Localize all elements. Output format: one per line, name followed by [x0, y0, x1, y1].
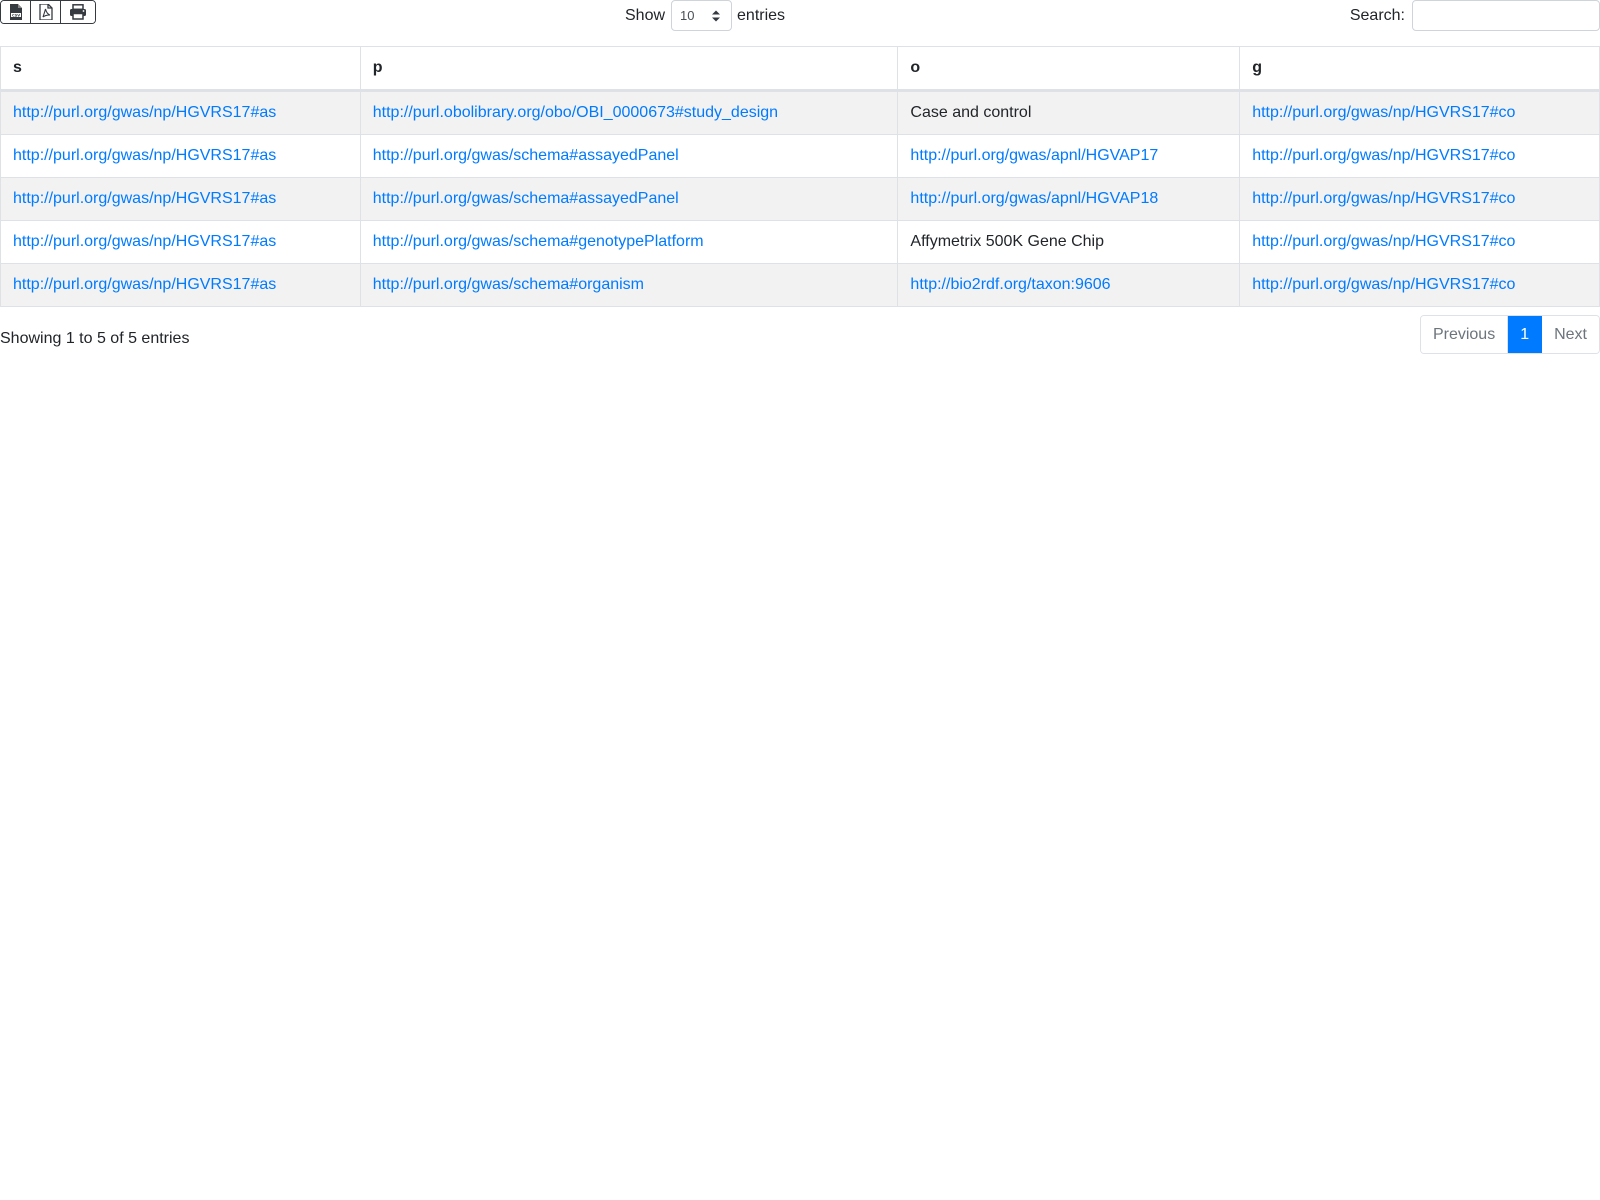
table-cell-s: http://purl.org/gwas/np/HGVRS17#as: [0, 90, 361, 135]
entries-length-control: Show 10 entries: [625, 0, 785, 31]
table-cell-g: http://purl.org/gwas/np/HGVRS17#co: [1239, 134, 1600, 178]
pdf-icon: [38, 4, 53, 20]
previous-page-button[interactable]: Previous: [1420, 316, 1509, 353]
cell-link[interactable]: http://purl.org/gwas/np/HGVRS17#as: [13, 104, 276, 121]
table-cell-g: http://purl.org/gwas/np/HGVRS17#co: [1239, 90, 1600, 135]
table-cell-g: http://purl.org/gwas/np/HGVRS17#co: [1239, 177, 1600, 221]
select-arrows-icon: [712, 10, 721, 22]
cell-link[interactable]: http://purl.org/gwas/schema#assayedPanel: [373, 190, 679, 207]
show-label: Show: [625, 6, 666, 24]
cell-link[interactable]: http://purl.org/gwas/apnl/HGVAP18: [910, 190, 1158, 207]
column-header-p[interactable]: p: [359, 46, 899, 92]
column-header-o[interactable]: o: [897, 46, 1241, 92]
column-header-g[interactable]: g: [1239, 46, 1600, 92]
table-cell-p: http://purl.org/gwas/schema#assayedPanel: [359, 177, 899, 221]
print-button[interactable]: [61, 1, 95, 23]
table-row: http://purl.org/gwas/np/HGVRS17#as http:/…: [0, 263, 1600, 307]
cell-link[interactable]: http://bio2rdf.org/taxon:9606: [910, 276, 1110, 293]
csv-export-button[interactable]: CSV: [1, 1, 31, 23]
table-row: http://purl.org/gwas/np/HGVRS17#as http:/…: [0, 220, 1600, 264]
table-cell-g: http://purl.org/gwas/np/HGVRS17#co: [1239, 220, 1600, 264]
cell-link[interactable]: http://purl.org/gwas/np/HGVRS17#co: [1252, 276, 1515, 293]
table-row: http://purl.org/gwas/np/HGVRS17#as http:/…: [0, 90, 1600, 135]
results-table: s p o g http://purl.org/gwas/np/HGVRS17#…: [0, 46, 1600, 307]
search-label: Search:: [1349, 6, 1405, 24]
cell-link[interactable]: http://purl.obolibrary.org/obo/OBI_00006…: [373, 104, 778, 121]
cell-link[interactable]: http://purl.org/gwas/schema#genotypePlat…: [373, 233, 704, 250]
search-input[interactable]: [1412, 0, 1600, 31]
entries-select[interactable]: 10: [671, 0, 733, 31]
cell-link[interactable]: http://purl.org/gwas/apnl/HGVAP17: [910, 147, 1158, 164]
table-info: Showing 1 to 5 of 5 entries: [0, 330, 190, 347]
table-cell-o: Affymetrix 500K Gene Chip: [897, 220, 1241, 264]
cell-link[interactable]: http://purl.org/gwas/np/HGVRS17#co: [1252, 147, 1515, 164]
next-page-button[interactable]: Next: [1542, 316, 1599, 353]
table-cell-s: http://purl.org/gwas/np/HGVRS17#as: [0, 177, 361, 221]
cell-link[interactable]: http://purl.org/gwas/np/HGVRS17#co: [1252, 190, 1515, 207]
table-cell-p: http://purl.org/gwas/schema#organism: [359, 263, 899, 307]
cell-link[interactable]: http://purl.org/gwas/np/HGVRS17#co: [1252, 104, 1515, 121]
cell-text: Case and control: [910, 104, 1032, 121]
table-header-row: s p o g: [0, 46, 1600, 92]
table-cell-o: http://purl.org/gwas/apnl/HGVAP18: [897, 177, 1241, 221]
cell-link[interactable]: http://purl.org/gwas/schema#assayedPanel: [373, 147, 679, 164]
cell-link[interactable]: http://purl.org/gwas/np/HGVRS17#as: [13, 147, 276, 164]
svg-text:CSV: CSV: [11, 13, 19, 17]
datatable-page: CSV Show 10 entries Search: s p o g http…: [0, 0, 1600, 1200]
page-1-button[interactable]: 1: [1508, 316, 1543, 353]
entries-select-value: 10: [680, 8, 695, 23]
cell-link[interactable]: http://purl.org/gwas/np/HGVRS17#as: [13, 233, 276, 250]
table-body: http://purl.org/gwas/np/HGVRS17#as http:/…: [0, 90, 1600, 307]
table-cell-g: http://purl.org/gwas/np/HGVRS17#co: [1239, 263, 1600, 307]
search-control: Search:: [1350, 0, 1600, 31]
pdf-export-button[interactable]: [31, 1, 61, 23]
cell-link[interactable]: http://purl.org/gwas/schema#organism: [373, 276, 644, 293]
table-cell-o: Case and control: [897, 90, 1241, 135]
table-cell-p: http://purl.org/gwas/schema#assayedPanel: [359, 134, 899, 178]
table-row: http://purl.org/gwas/np/HGVRS17#as http:/…: [0, 177, 1600, 221]
cell-link[interactable]: http://purl.org/gwas/np/HGVRS17#as: [13, 190, 276, 207]
pagination: Previous 1 Next: [1419, 315, 1600, 354]
column-header-s[interactable]: s: [0, 46, 361, 92]
print-icon: [70, 4, 86, 20]
table-cell-s: http://purl.org/gwas/np/HGVRS17#as: [0, 263, 361, 307]
table-cell-s: http://purl.org/gwas/np/HGVRS17#as: [0, 134, 361, 178]
table-cell-p: http://purl.org/gwas/schema#genotypePlat…: [359, 220, 899, 264]
table-cell-o: http://purl.org/gwas/apnl/HGVAP17: [897, 134, 1241, 178]
table-cell-p: http://purl.obolibrary.org/obo/OBI_00006…: [359, 90, 899, 135]
cell-link[interactable]: http://purl.org/gwas/np/HGVRS17#co: [1252, 233, 1515, 250]
cell-text: Affymetrix 500K Gene Chip: [910, 233, 1104, 250]
table-row: http://purl.org/gwas/np/HGVRS17#as http:/…: [0, 134, 1600, 178]
export-buttons: CSV: [0, 0, 96, 24]
table-cell-s: http://purl.org/gwas/np/HGVRS17#as: [0, 220, 361, 264]
csv-icon: CSV: [9, 4, 22, 20]
table-cell-o: http://bio2rdf.org/taxon:9606: [897, 263, 1241, 307]
entries-label: entries: [737, 6, 786, 24]
cell-link[interactable]: http://purl.org/gwas/np/HGVRS17#as: [13, 276, 276, 293]
